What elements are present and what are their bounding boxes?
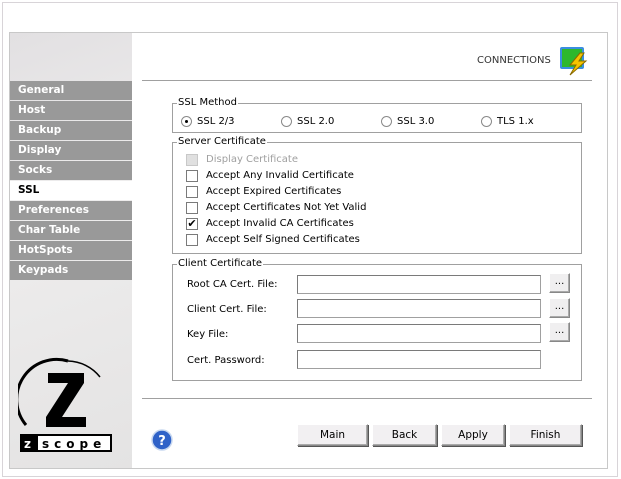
page-title: CONNECTIONS: [477, 55, 551, 66]
footer-divider: [142, 398, 592, 399]
zscope-logo: z scope: [15, 355, 114, 455]
radio-label: SSL 2/3: [197, 116, 235, 127]
server-certificate-legend: Server Certificate: [177, 136, 267, 148]
main-button[interactable]: Main: [297, 424, 368, 446]
finish-button[interactable]: Finish: [509, 424, 582, 446]
checkbox-accept-any-invalid[interactable]: [186, 170, 198, 182]
checkbox-label: Display Certificate: [206, 154, 298, 165]
radio-ssl-3-0[interactable]: [381, 116, 392, 127]
radio-label: SSL 2.0: [297, 116, 335, 127]
radio-ssl-2-3[interactable]: [181, 116, 192, 127]
sidebar-item-keypads[interactable]: Keypads: [10, 261, 132, 280]
ssl-method-legend: SSL Method: [177, 97, 238, 109]
sidebar-item-general[interactable]: General: [10, 81, 132, 100]
svg-text:scope: scope: [42, 437, 106, 451]
sidebar-item-display[interactable]: Display: [10, 141, 132, 160]
sidebar-item-host[interactable]: Host: [10, 101, 132, 120]
sidebar-item-char-table[interactable]: Char Table: [10, 221, 132, 240]
help-icon[interactable]: ?: [151, 429, 173, 451]
radio-label: TLS 1.x: [497, 116, 534, 127]
field-label: Cert. Password:: [187, 355, 265, 366]
connections-lightning-icon: [558, 45, 590, 77]
sidebar-item-preferences[interactable]: Preferences: [10, 201, 132, 220]
client-certificate-legend: Client Certificate: [177, 258, 264, 270]
checkbox-display-certificate[interactable]: [186, 154, 198, 166]
key-file-input[interactable]: [297, 324, 541, 343]
sidebar-item-hotspots[interactable]: HotSpots: [10, 241, 132, 260]
checkbox-label: Accept Certificates Not Yet Valid: [206, 202, 367, 213]
sidebar-item-socks[interactable]: Socks: [10, 161, 132, 180]
radio-tls-1-x[interactable]: [481, 116, 492, 127]
browse-client-cert-button[interactable]: ...: [549, 298, 570, 318]
field-label: Client Cert. File:: [187, 304, 267, 315]
field-label: Root CA Cert. File:: [187, 279, 278, 290]
checkbox-accept-expired[interactable]: [186, 186, 198, 198]
browse-root-ca-button[interactable]: ...: [549, 273, 570, 293]
sidebar-item-ssl[interactable]: SSL: [10, 181, 132, 200]
cert-password-input[interactable]: [297, 350, 541, 369]
checkbox-label: Accept Self Signed Certificates: [206, 234, 360, 245]
checkbox-accept-not-yet-valid[interactable]: [186, 202, 198, 214]
apply-button[interactable]: Apply: [441, 424, 505, 446]
sidebar-item-backup[interactable]: Backup: [10, 121, 132, 140]
svg-text:z: z: [24, 437, 31, 451]
root-ca-cert-file-input[interactable]: [297, 275, 541, 294]
radio-ssl-2-0[interactable]: [281, 116, 292, 127]
checkbox-accept-self-signed[interactable]: [186, 234, 198, 246]
header-divider: [142, 80, 592, 81]
svg-text:?: ?: [158, 434, 166, 449]
field-label: Key File:: [187, 329, 229, 340]
browse-key-file-button[interactable]: ...: [549, 322, 570, 342]
checkbox-label: Accept Expired Certificates: [206, 186, 342, 197]
checkbox-label: Accept Invalid CA Certificates: [206, 218, 354, 229]
radio-label: SSL 3.0: [397, 116, 435, 127]
checkbox-label: Accept Any Invalid Certificate: [206, 170, 354, 181]
checkbox-accept-invalid-ca[interactable]: ✔: [186, 218, 198, 230]
back-button[interactable]: Back: [372, 424, 437, 446]
client-cert-file-input[interactable]: [297, 299, 541, 318]
